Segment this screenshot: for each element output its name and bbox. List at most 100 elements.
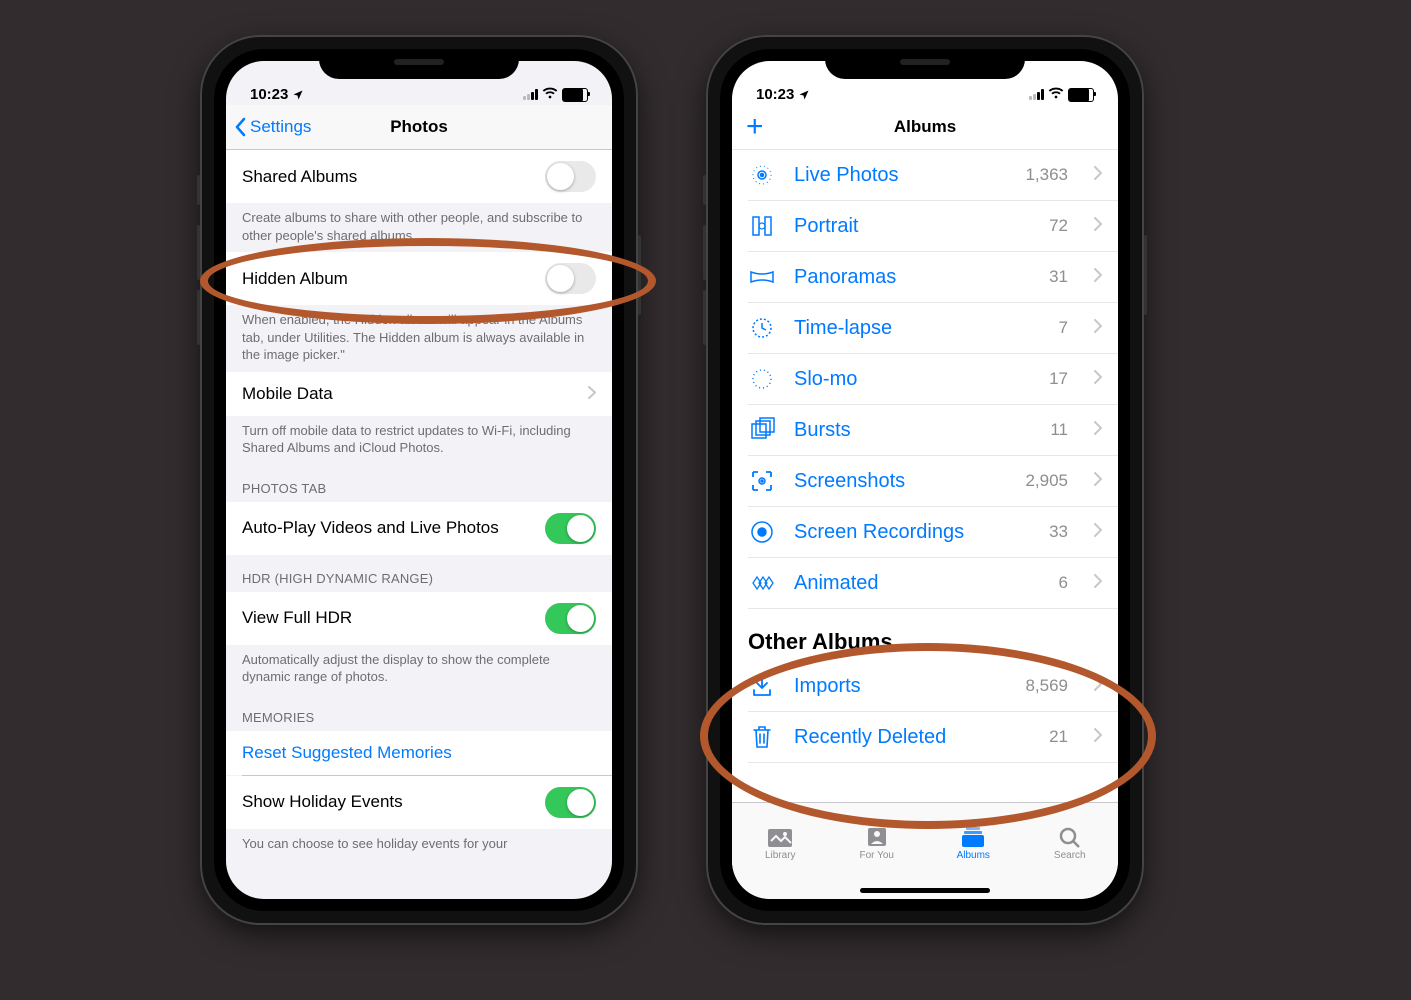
album-row-panoramas[interactable]: Panoramas31 bbox=[748, 252, 1118, 303]
phone-button-mute bbox=[197, 175, 200, 205]
switch-shared-albums[interactable] bbox=[545, 161, 596, 192]
phone-frame-left: 10:23 Settings Photos Shared Albu bbox=[200, 35, 638, 925]
caption-mobile-data: Turn off mobile data to restrict updates… bbox=[226, 416, 612, 465]
chevron-right-icon bbox=[1094, 420, 1102, 440]
row-shared-albums[interactable]: Shared Albums bbox=[226, 150, 612, 203]
tab-search[interactable]: Search bbox=[1022, 803, 1119, 883]
caption-holiday: You can choose to see holiday events for… bbox=[226, 829, 612, 861]
section-memories: MEMORIES bbox=[226, 694, 612, 731]
chevron-right-icon bbox=[1094, 727, 1102, 747]
section-hdr: HDR (HIGH DYNAMIC RANGE) bbox=[226, 555, 612, 592]
switch-hdr[interactable] bbox=[545, 603, 596, 634]
album-row-slo-mo[interactable]: Slo-mo17 bbox=[748, 354, 1118, 405]
bursts-icon bbox=[748, 416, 776, 444]
album-count: 17 bbox=[1049, 369, 1068, 389]
caption-hidden-album: When enabled, the Hidden album will appe… bbox=[226, 305, 612, 372]
chevron-right-icon bbox=[1094, 471, 1102, 491]
row-label: Shared Albums bbox=[242, 167, 357, 187]
section-photos-tab: PHOTOS TAB bbox=[226, 465, 612, 502]
album-count: 6 bbox=[1059, 573, 1068, 593]
chevron-right-icon bbox=[588, 384, 596, 404]
album-row-animated[interactable]: Animated 6 bbox=[748, 558, 1118, 609]
album-row-portrait[interactable]: Portrait72 bbox=[748, 201, 1118, 252]
add-button[interactable]: + bbox=[732, 112, 764, 142]
tab-label: Search bbox=[1054, 850, 1086, 861]
tab-label: Albums bbox=[957, 850, 990, 861]
phone-button-vol-up bbox=[197, 225, 200, 280]
row-autoplay[interactable]: Auto-Play Videos and Live Photos bbox=[226, 502, 612, 555]
tab-albums[interactable]: Albums bbox=[925, 803, 1022, 883]
switch-hidden-album[interactable] bbox=[545, 263, 596, 294]
nav-title: Albums bbox=[732, 117, 1118, 137]
screenshots-icon bbox=[748, 467, 776, 495]
signal-icon bbox=[1029, 89, 1044, 100]
album-count: 11 bbox=[1050, 420, 1068, 440]
switch-autoplay[interactable] bbox=[545, 513, 596, 544]
album-count: 31 bbox=[1049, 267, 1068, 287]
album-name: Screenshots bbox=[794, 470, 1007, 493]
row-hidden-album[interactable]: Hidden Album bbox=[226, 252, 612, 305]
tab-label: Library bbox=[765, 850, 796, 861]
album-name: Portrait bbox=[794, 215, 1031, 238]
row-mobile-data[interactable]: Mobile Data bbox=[226, 372, 612, 416]
time-lapse-icon bbox=[748, 314, 776, 342]
row-hdr[interactable]: View Full HDR bbox=[226, 592, 612, 645]
album-row-imports[interactable]: Imports 8,569 bbox=[748, 661, 1118, 712]
album-name: Animated bbox=[794, 572, 1041, 595]
tab-label: For You bbox=[860, 850, 894, 861]
album-name: Live Photos bbox=[794, 164, 1007, 187]
phone-button-vol-down bbox=[197, 290, 200, 345]
row-holiday[interactable]: Show Holiday Events bbox=[226, 776, 612, 829]
album-row-recently-deleted[interactable]: Recently Deleted21 bbox=[748, 712, 1118, 763]
row-label: Mobile Data bbox=[242, 384, 333, 404]
row-reset-memories[interactable]: Reset Suggested Memories bbox=[226, 731, 612, 775]
status-time: 10:23 bbox=[250, 86, 288, 103]
section-other-albums: Other Albums bbox=[732, 609, 1118, 661]
chevron-right-icon bbox=[1094, 216, 1102, 236]
phone-frame-right: 10:23 + Albums Live Photos1,363Portrait7… bbox=[706, 35, 1144, 925]
phone-button-power bbox=[638, 235, 641, 315]
album-row-time-lapse[interactable]: Time-lapse 7 bbox=[748, 303, 1118, 354]
phone-button-mute bbox=[703, 175, 706, 205]
library-icon bbox=[767, 826, 793, 848]
row-label: Auto-Play Videos and Live Photos bbox=[242, 518, 499, 538]
tab-library[interactable]: Library bbox=[732, 803, 829, 883]
album-count: 7 bbox=[1059, 318, 1068, 338]
signal-icon bbox=[523, 89, 538, 100]
album-row-screen-recordings[interactable]: Screen Recordings33 bbox=[748, 507, 1118, 558]
panoramas-icon bbox=[748, 263, 776, 291]
portrait-icon bbox=[748, 212, 776, 240]
chevron-right-icon bbox=[1094, 369, 1102, 389]
notch bbox=[319, 49, 519, 79]
phone-button-vol-up bbox=[703, 225, 706, 280]
other-albums-list: Imports 8,569 Recently Deleted21 bbox=[732, 661, 1118, 763]
album-count: 8,569 bbox=[1025, 676, 1068, 696]
chevron-right-icon bbox=[1094, 165, 1102, 185]
chevron-right-icon bbox=[1094, 267, 1102, 287]
album-name: Bursts bbox=[794, 419, 1032, 442]
row-label: Show Holiday Events bbox=[242, 792, 403, 812]
caption-shared-albums: Create albums to share with other people… bbox=[226, 203, 612, 252]
album-count: 2,905 bbox=[1025, 471, 1068, 491]
chevron-right-icon bbox=[1094, 676, 1102, 696]
live-photos-icon bbox=[748, 161, 776, 189]
home-indicator[interactable] bbox=[860, 888, 990, 893]
albums-content[interactable]: Live Photos1,363Portrait72Panoramas31Tim… bbox=[732, 150, 1118, 822]
album-count: 21 bbox=[1049, 727, 1068, 747]
album-row-bursts[interactable]: Bursts 11 bbox=[748, 405, 1118, 456]
album-name: Time-lapse bbox=[794, 317, 1041, 340]
back-button[interactable]: Settings bbox=[226, 117, 311, 137]
search-icon bbox=[1057, 826, 1083, 848]
wifi-icon bbox=[542, 86, 558, 103]
album-name: Imports bbox=[794, 675, 1007, 698]
album-row-live-photos[interactable]: Live Photos1,363 bbox=[748, 150, 1118, 201]
tab-for-you[interactable]: For You bbox=[829, 803, 926, 883]
notch bbox=[825, 49, 1025, 79]
row-label: Hidden Album bbox=[242, 269, 348, 289]
albums-icon bbox=[960, 826, 986, 848]
album-row-screenshots[interactable]: Screenshots 2,905 bbox=[748, 456, 1118, 507]
row-label: Reset Suggested Memories bbox=[242, 743, 452, 763]
switch-holiday[interactable] bbox=[545, 787, 596, 818]
screen-recordings-icon bbox=[748, 518, 776, 546]
battery-icon bbox=[562, 88, 588, 102]
